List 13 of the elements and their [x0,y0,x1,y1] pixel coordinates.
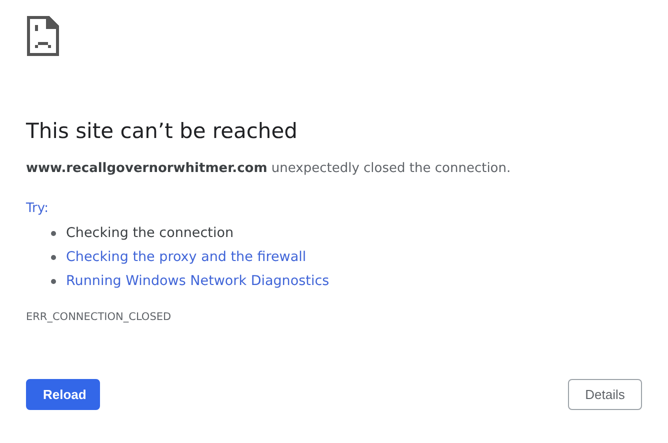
suggestion-text: Checking the connection [66,225,234,241]
error-code: ERR_CONNECTION_CLOSED [26,310,172,325]
suggestion-link[interactable]: Running Windows Network Diagnostics [66,273,330,289]
suggestion-link[interactable]: Checking the proxy and the firewall [66,249,306,265]
details-button[interactable]: Details [568,379,642,410]
error-message: www.recallgovernorwhitmer.com unexpectedly closed the connection. [26,160,512,178]
bullet-icon [51,230,56,236]
reload-button[interactable]: Reload [26,379,100,410]
try-label: Try: [26,200,49,218]
error-heading: This site can’t be reached [26,118,298,145]
sad-page-icon [26,15,60,57]
bullet-icon [51,254,56,260]
bullet-icon [51,278,56,284]
